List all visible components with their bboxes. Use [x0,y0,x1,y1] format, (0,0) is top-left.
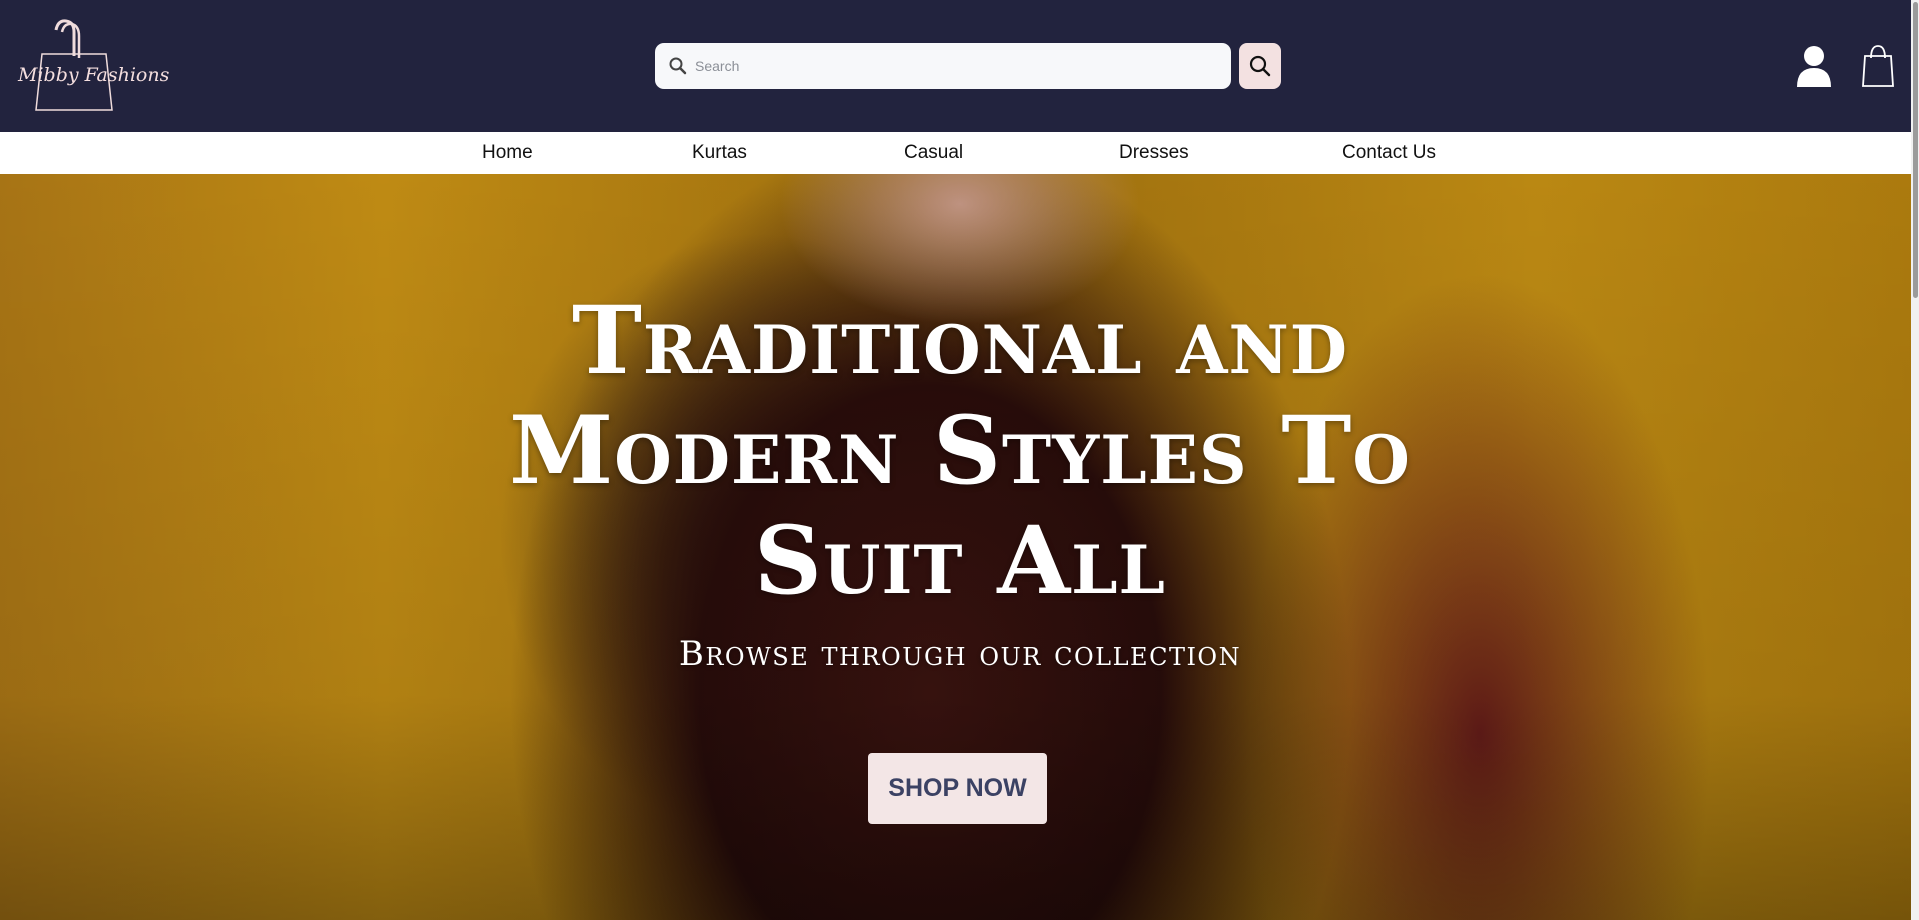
nav-item-casual[interactable]: Casual [904,132,963,174]
search-button[interactable] [1239,43,1281,89]
brand-logo[interactable]: Mibby Fashions [16,18,169,114]
hero-title: Traditional and Modern Styles To Suit Al… [509,286,1411,616]
search-bar [655,43,1231,89]
site-header: Mibby Fashions [0,0,1919,132]
nav-item-dresses[interactable]: Dresses [1119,132,1189,174]
search-icon [669,57,687,75]
scrollbar-thumb[interactable] [1913,2,1918,298]
cart-button[interactable] [1862,44,1894,88]
nav-item-kurtas[interactable]: Kurtas [692,132,747,174]
user-icon [1797,46,1831,87]
nav-item-home[interactable]: Home [482,132,533,174]
search-input[interactable] [695,43,1215,89]
shop-now-button[interactable]: SHOP NOW [868,753,1047,824]
hero-subtitle: Browse through our collection [678,634,1242,674]
brand-name: Mibby Fashions [18,64,170,86]
search-icon [1249,55,1271,77]
account-button[interactable] [1795,44,1833,88]
nav-item-contact-us[interactable]: Contact Us [1342,132,1436,174]
shopping-bag-icon [1862,45,1894,87]
main-nav: Home Kurtas Casual Dresses Contact Us [0,132,1919,174]
hero-banner: Traditional and Modern Styles To Suit Al… [0,174,1919,920]
